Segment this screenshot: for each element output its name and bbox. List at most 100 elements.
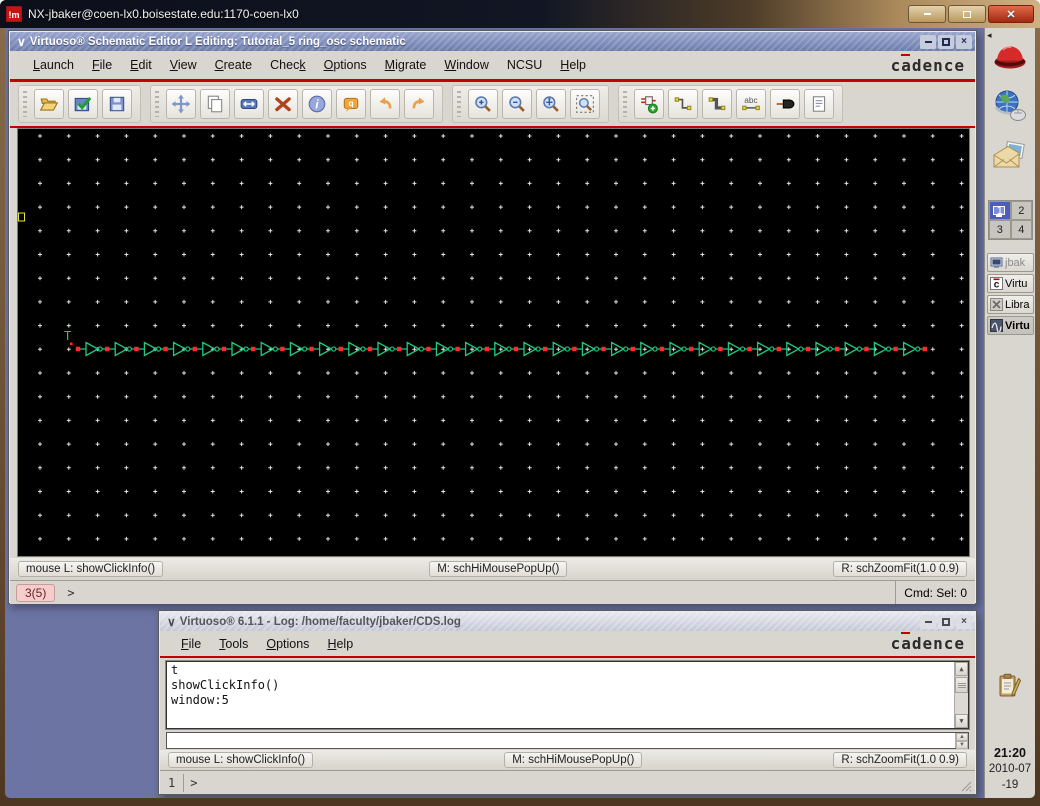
window-list-item-3[interactable]: Virtu: [987, 316, 1034, 335]
log-menu-options[interactable]: Options: [257, 635, 318, 653]
redo-button[interactable]: [404, 89, 434, 119]
workspace-3[interactable]: 3: [989, 220, 1011, 239]
stretch-button[interactable]: [234, 89, 264, 119]
schematic-titlebar[interactable]: ∨ Virtuoso® Schematic Editor L Editing: …: [10, 32, 975, 51]
create-pin-button[interactable]: [770, 89, 800, 119]
properties-button[interactable]: q: [336, 89, 366, 119]
schematic-menu-launch[interactable]: Launch: [24, 56, 83, 74]
schematic-menu-options[interactable]: Options: [315, 56, 376, 74]
scrollbar-thumb[interactable]: [955, 677, 968, 693]
zoom-out-button[interactable]: [502, 89, 532, 119]
toolbar-grip[interactable]: [623, 91, 627, 117]
move-button[interactable]: [166, 89, 196, 119]
create-wire-name-button[interactable]: abc: [736, 89, 766, 119]
nx-client-window: !m NX-jbaker@coen-lx0.boisestate.edu:117…: [0, 0, 1040, 806]
mouse-left-binding: mouse L: showClickInfo(): [18, 561, 163, 577]
info-button[interactable]: i: [302, 89, 332, 119]
history-up-icon[interactable]: ▲: [956, 733, 968, 741]
applications-menu-redhat-icon[interactable]: [991, 40, 1029, 77]
mouse-middle-binding: M: schHiMousePopUp(): [504, 752, 642, 768]
log-output[interactable]: tshowClickInfo()window:5 ▲ ▼: [166, 661, 969, 729]
create-wire-narrow-button[interactable]: [668, 89, 698, 119]
schematic-menu-ncsu[interactable]: NCSU: [498, 56, 551, 74]
delete-button[interactable]: [268, 89, 298, 119]
schematic-menu-window[interactable]: Window: [435, 56, 497, 74]
minimize-icon[interactable]: [908, 5, 946, 23]
open-folder-button[interactable]: [34, 89, 64, 119]
log-scrollbar[interactable]: ▲ ▼: [954, 662, 968, 728]
schematic-menu-migrate[interactable]: Migrate: [376, 56, 436, 74]
schematic-canvas[interactable]: T: [17, 128, 970, 557]
undo-button[interactable]: [370, 89, 400, 119]
selection-marker: [19, 213, 25, 221]
schematic-menu-view[interactable]: View: [161, 56, 206, 74]
net-label-T[interactable]: T: [64, 329, 71, 343]
cadence-logo: cadence: [891, 634, 975, 653]
command-input[interactable]: [203, 771, 960, 794]
log-menu-tools[interactable]: Tools: [210, 635, 257, 653]
minimize-icon[interactable]: [920, 35, 936, 49]
panel-clock[interactable]: 21:20: [985, 746, 1035, 760]
history-down-icon[interactable]: ▼: [956, 741, 968, 749]
toolbar-group: abc: [618, 85, 843, 123]
window-list-item-2[interactable]: Libra: [987, 295, 1034, 314]
workspace-1[interactable]: 1: [989, 201, 1011, 220]
selection-count: Cmd: Sel: 0: [895, 581, 975, 604]
command-input[interactable]: [81, 581, 896, 604]
copy-button[interactable]: [200, 89, 230, 119]
check-and-save-button[interactable]: [68, 89, 98, 119]
create-wire-wide-button[interactable]: [702, 89, 732, 119]
workspace-2[interactable]: 2: [1011, 201, 1033, 220]
svg-text:c: c: [994, 280, 1000, 291]
maximize-icon[interactable]: [938, 615, 954, 629]
minimize-icon[interactable]: [920, 615, 936, 629]
toolbar-grip[interactable]: [457, 91, 461, 117]
web-browser-icon[interactable]: [992, 88, 1028, 129]
clipboard-pen-icon[interactable]: [998, 673, 1022, 704]
close-icon[interactable]: ×: [956, 615, 972, 629]
log-menubar: FileToolsOptionsHelp cadence: [160, 631, 975, 656]
create-instance-button[interactable]: [634, 89, 664, 119]
toolbar-grip[interactable]: [23, 91, 27, 117]
nx-titlebar[interactable]: !m NX-jbaker@coen-lx0.boisestate.edu:117…: [0, 0, 1040, 28]
close-icon[interactable]: ×: [956, 35, 972, 49]
zoom-pan-button[interactable]: [536, 89, 566, 119]
window-list-item-1[interactable]: cVirtu: [987, 274, 1034, 293]
scroll-down-icon[interactable]: ▼: [955, 714, 968, 728]
maximize-icon[interactable]: [948, 5, 986, 23]
resize-grip[interactable]: [960, 780, 972, 792]
log-menu-help[interactable]: Help: [318, 635, 362, 653]
toolbar-grip[interactable]: [155, 91, 159, 117]
email-icon[interactable]: [991, 141, 1029, 178]
mouse-right-binding: R: schZoomFit(1.0 0.9): [833, 561, 967, 577]
canvas-grid: [38, 134, 964, 541]
maximize-icon[interactable]: [938, 35, 954, 49]
gnome-panel: ◂ 1234 jbakcVirtuLibraVirtu 21:20 2010-0…: [984, 28, 1035, 798]
log-titlebar[interactable]: ∨ Virtuoso® 6.1.1 - Log: /home/faculty/j…: [160, 612, 975, 631]
panel-date-line1[interactable]: 2010-07: [985, 763, 1035, 775]
log-menu-file[interactable]: File: [172, 635, 210, 653]
window-menu-icon[interactable]: ∨: [167, 617, 176, 627]
toolbar-group: [18, 85, 141, 123]
window-menu-icon[interactable]: ∨: [17, 37, 26, 47]
schematic-menu-create[interactable]: Create: [206, 56, 262, 74]
window-list-item-0[interactable]: jbak: [987, 253, 1034, 272]
schematic-menu-check[interactable]: Check: [261, 56, 314, 74]
save-button[interactable]: [102, 89, 132, 119]
schematic-menu-edit[interactable]: Edit: [121, 56, 161, 74]
remote-desktop[interactable]: ∨ Virtuoso® Schematic Editor L Editing: …: [5, 28, 1035, 798]
scroll-up-icon[interactable]: ▲: [955, 662, 968, 676]
zoom-in-button[interactable]: [468, 89, 498, 119]
schematic-menu-help[interactable]: Help: [551, 56, 595, 74]
svg-text:abc: abc: [744, 95, 757, 105]
create-note-button[interactable]: [804, 89, 834, 119]
panel-date-line2[interactable]: -19: [985, 779, 1035, 791]
workspace-switcher: 1234: [988, 200, 1033, 240]
schematic-menu-file[interactable]: File: [83, 56, 121, 74]
schematic-editor-window: ∨ Virtuoso® Schematic Editor L Editing: …: [8, 30, 977, 604]
zoom-fit-button[interactable]: [570, 89, 600, 119]
log-line: showClickInfo(): [171, 678, 964, 693]
close-icon[interactable]: ✕: [988, 5, 1034, 23]
log-command-input[interactable]: [167, 733, 955, 748]
workspace-4[interactable]: 4: [1011, 220, 1033, 239]
